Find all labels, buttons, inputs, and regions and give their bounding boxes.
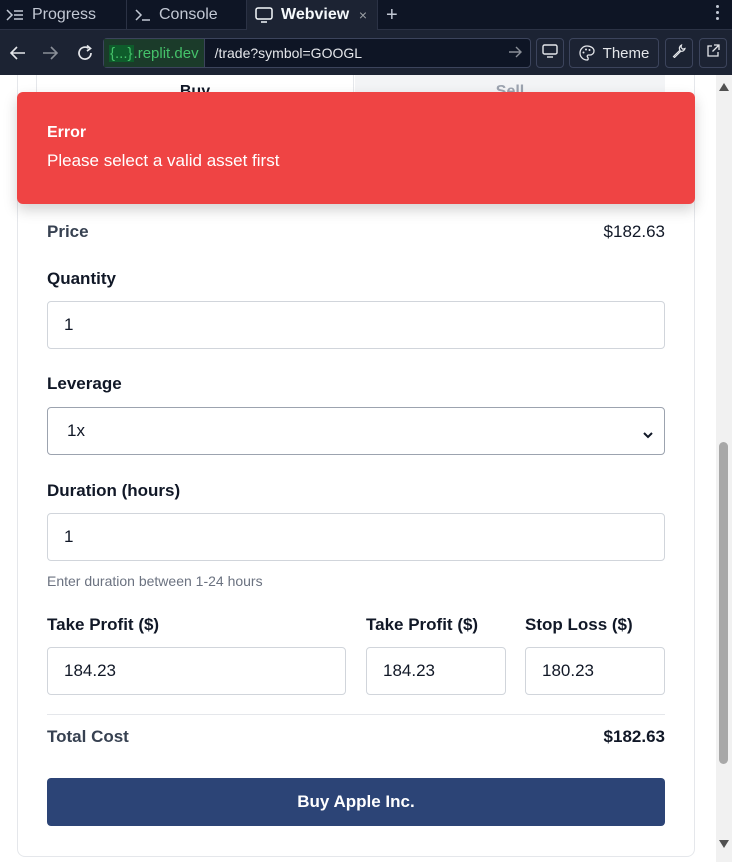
take-profit-value: 184.23 <box>64 661 116 680</box>
take-profit-input[interactable]: 184.23 <box>47 647 346 695</box>
open-new-tab-button[interactable] <box>699 38 727 68</box>
close-icon[interactable]: × <box>359 7 367 23</box>
stop-loss-value: 180.23 <box>542 661 594 680</box>
take-profit-label: Take Profit ($) <box>47 615 160 634</box>
forward-arrow-icon[interactable] <box>38 41 62 65</box>
url-input[interactable]: {...} .replit.dev /trade?symbol=GOOGL <box>103 38 531 68</box>
tab-buy[interactable]: Buy <box>36 75 354 100</box>
duration-input[interactable]: 1 <box>47 513 665 561</box>
take-profit-2-value: 184.23 <box>383 661 435 680</box>
theme-button[interactable]: Theme <box>569 38 659 68</box>
duration-value: 1 <box>64 527 74 546</box>
divider <box>47 714 665 715</box>
quantity-input[interactable]: 1 <box>47 301 665 349</box>
external-link-icon <box>706 44 720 62</box>
tab-webview[interactable]: Webview × <box>246 0 378 30</box>
price-label: Price <box>47 222 89 241</box>
scrollbar-thumb[interactable] <box>719 442 728 764</box>
workspace-tabbar: Progress Console Webview × + <box>0 0 732 30</box>
duration-hint: Enter duration between 1-24 hours <box>47 573 263 589</box>
take-profit-2-label: Take Profit ($) <box>366 615 479 634</box>
progress-icon <box>6 8 24 22</box>
palette-icon <box>579 45 595 61</box>
price-value: $182.63 <box>603 222 665 241</box>
tab-console[interactable]: Console <box>126 0 246 30</box>
url-path: /trade?symbol=GOOGL <box>214 45 363 61</box>
add-tab-icon[interactable]: + <box>386 4 398 27</box>
leverage-select[interactable]: 1x <box>47 407 665 455</box>
reload-icon[interactable] <box>73 41 97 65</box>
scroll-down-arrow-icon[interactable] <box>719 840 729 848</box>
quantity-label: Quantity <box>47 269 116 288</box>
devtools-button[interactable] <box>665 38 693 68</box>
tab-webview-label: Webview <box>281 6 350 23</box>
url-host-suffix: .replit.dev <box>133 44 199 62</box>
tab-sell[interactable]: Sell <box>355 75 665 100</box>
buy-button[interactable]: Buy Apple Inc. <box>47 778 665 826</box>
url-host-prefix: {...} <box>109 44 134 62</box>
scroll-up-arrow-icon[interactable] <box>719 83 729 91</box>
stop-loss-input[interactable]: 180.23 <box>525 647 665 695</box>
console-icon <box>135 8 151 22</box>
chevron-down-icon <box>642 425 654 445</box>
stop-loss-label: Stop Loss ($) <box>525 615 633 634</box>
go-arrow-icon[interactable] <box>508 45 522 63</box>
tab-progress[interactable]: Progress <box>6 0 124 30</box>
webview-toolbar: {...} .replit.dev /trade?symbol=GOOGL The… <box>0 31 732 75</box>
wrench-icon <box>672 43 686 62</box>
total-cost-value: $182.63 <box>603 727 665 746</box>
quantity-value: 1 <box>64 315 74 334</box>
take-profit-2-input[interactable]: 184.23 <box>366 647 506 695</box>
theme-label: Theme <box>602 44 650 62</box>
back-arrow-icon[interactable] <box>6 41 30 65</box>
url-host: {...} .replit.dev <box>104 39 205 67</box>
webview-viewport: Buy Sell Error Please select a valid ass… <box>0 75 732 862</box>
leverage-value: 1x <box>67 421 85 440</box>
tab-console-label: Console <box>159 6 218 23</box>
monitor-icon <box>255 7 273 23</box>
leverage-label: Leverage <box>47 374 122 393</box>
scrollbar[interactable] <box>716 75 732 862</box>
total-cost-label: Total Cost <box>47 727 129 746</box>
toast-message: Please select a valid asset first <box>47 151 280 170</box>
error-toast[interactable]: Error Please select a valid asset first <box>17 92 695 204</box>
toast-title: Error <box>47 124 87 141</box>
device-preview-button[interactable] <box>536 38 564 68</box>
duration-label: Duration (hours) <box>47 481 181 500</box>
monitor-icon <box>542 44 558 62</box>
tab-progress-label: Progress <box>32 6 97 23</box>
more-options-icon[interactable] <box>716 5 720 23</box>
